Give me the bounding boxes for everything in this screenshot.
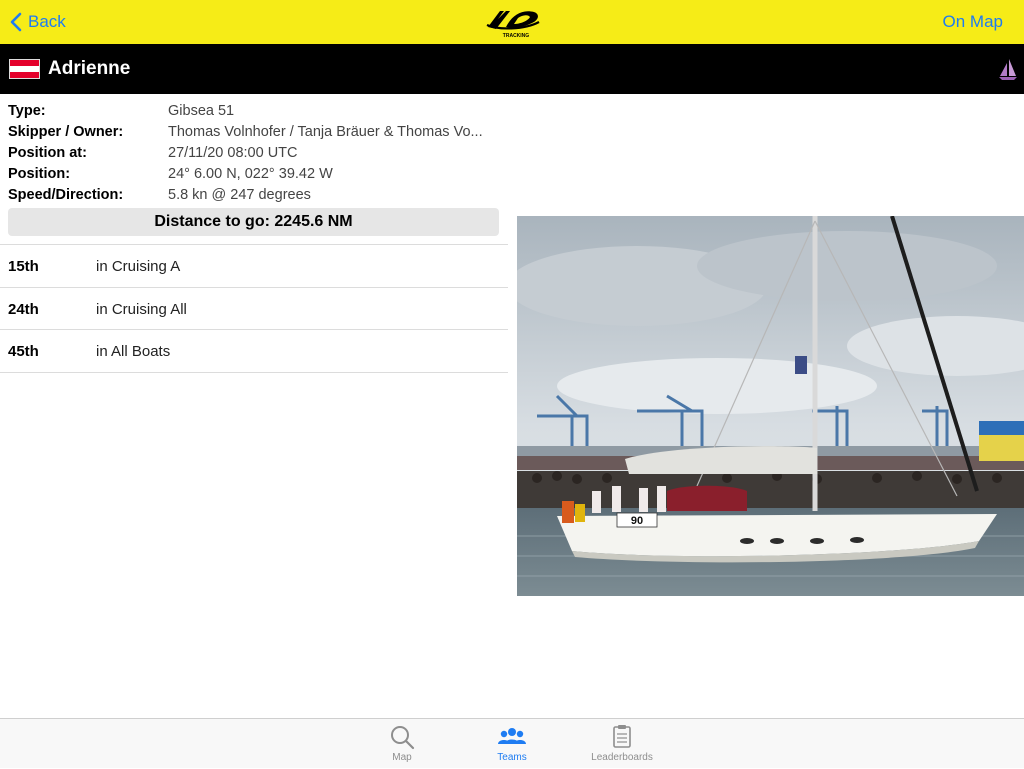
logo-text: TRACKING xyxy=(503,33,529,39)
ranking-row[interactable]: 15th in Cruising A xyxy=(0,245,508,288)
tab-leaderboards[interactable]: Leaderboards xyxy=(567,719,677,769)
detail-label: Position at: xyxy=(8,145,87,161)
detail-value: 27/11/20 08:00 UTC xyxy=(168,145,298,161)
back-button[interactable]: Back xyxy=(10,10,66,34)
rankings-list: 15th in Cruising A 24th in Cruising All … xyxy=(0,244,508,373)
search-icon xyxy=(391,726,415,750)
ranking-row[interactable]: 45th in All Boats xyxy=(0,330,508,373)
sailboat-icon xyxy=(999,59,1017,80)
ranking-row[interactable]: 24th in Cruising All xyxy=(0,288,508,330)
ranking-description: in All Boats xyxy=(96,343,171,360)
detail-row-position: Position: 24° 6.00 N, 022° 39.42 W xyxy=(8,165,508,186)
detail-label: Skipper / Owner: xyxy=(8,124,124,140)
detail-row-type: Type: Gibsea 51 xyxy=(8,102,508,123)
detail-label: Type: xyxy=(8,103,46,119)
detail-row-position-at: Position at: 27/11/20 08:00 UTC xyxy=(8,144,508,165)
top-nav-bar: Back TRACKING On Map xyxy=(0,0,1024,44)
tab-label: Map xyxy=(392,752,412,763)
detail-value: Thomas Volnhofer / Tanja Bräuer & Thomas… xyxy=(168,124,483,140)
tab-teams[interactable]: Teams xyxy=(457,719,567,769)
detail-row-skipper: Skipper / Owner: Thomas Volnhofer / Tanj… xyxy=(8,123,508,144)
ranking-position: 24th xyxy=(8,300,39,318)
ranking-description: in Cruising A xyxy=(96,258,181,275)
detail-value: Gibsea 51 xyxy=(168,103,235,119)
detail-value: 24° 6.00 N, 022° 39.42 W xyxy=(168,166,333,182)
sail-number: 90 xyxy=(631,515,643,527)
boat-details: Type: Gibsea 51 Skipper / Owner: Thomas … xyxy=(8,102,508,207)
boat-name-bar xyxy=(0,44,1024,94)
distance-to-go: Distance to go: 2245.6 NM xyxy=(8,208,499,236)
detail-label: Speed/Direction: xyxy=(8,187,124,203)
bottom-tab-bar: Map Teams Leaderboards xyxy=(0,718,1024,768)
tab-label: Leaderboards xyxy=(591,752,653,763)
chevron-left-icon xyxy=(10,12,22,32)
people-icon xyxy=(498,728,526,744)
boat-name: Adrienne xyxy=(48,58,131,79)
clipboard-icon xyxy=(613,725,631,748)
yb-tracking-logo: TRACKING xyxy=(486,11,540,39)
boat-photo-illustration: 90 xyxy=(517,216,1024,596)
back-label: Back xyxy=(28,12,66,31)
detail-value: 5.8 kn @ 247 degrees xyxy=(168,187,311,203)
austria-flag-icon xyxy=(9,59,40,79)
ranking-position: 15th xyxy=(8,258,39,275)
tab-label: Teams xyxy=(497,752,527,763)
tab-map[interactable]: Map xyxy=(347,719,457,769)
flag-stripe-bottom xyxy=(10,72,39,78)
ranking-description: in Cruising All xyxy=(96,300,187,318)
on-map-button[interactable]: On Map xyxy=(943,12,1003,32)
ranking-position: 45th xyxy=(8,343,39,360)
boat-photo: 90 xyxy=(517,216,1024,596)
detail-row-speed: Speed/Direction: 5.8 kn @ 247 degrees xyxy=(8,186,508,207)
detail-label: Position: xyxy=(8,166,71,182)
